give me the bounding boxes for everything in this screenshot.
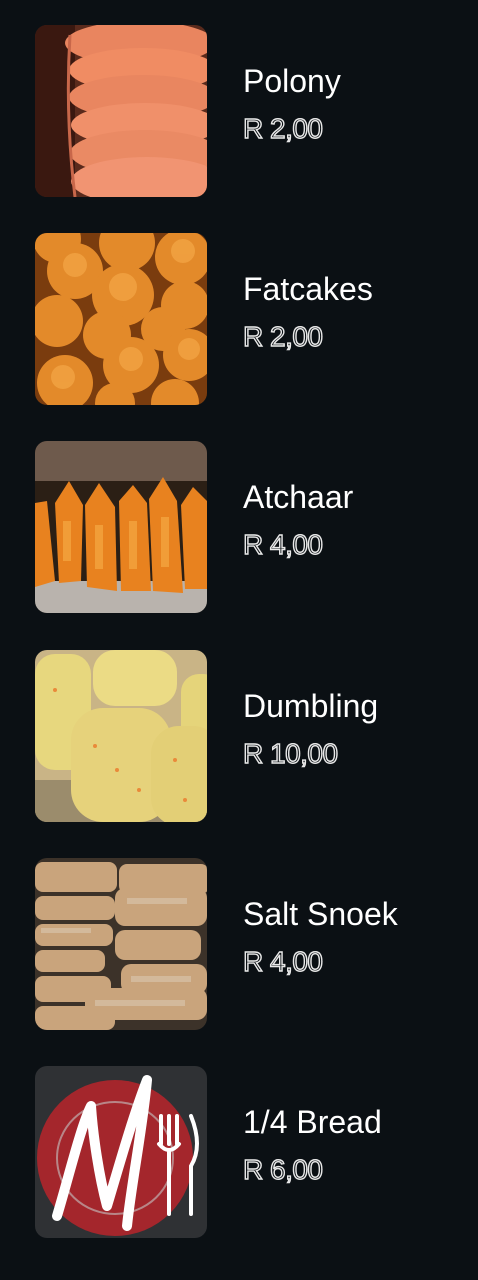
item-name: Fatcakes <box>243 271 373 307</box>
item-name: Salt Snoek <box>243 896 398 932</box>
menu-item-salt-snoek[interactable]: Salt Snoek R 4,00 <box>0 858 478 1030</box>
item-price: R 6,00 <box>242 1153 323 1185</box>
item-price: R 4,00 <box>242 945 323 977</box>
atchaar-image <box>35 441 207 613</box>
menu-item-atchaar[interactable]: Atchaar R 4,00 <box>0 441 478 613</box>
menu-item-polony[interactable]: Polony R 2,00 <box>0 25 478 197</box>
item-name: Atchaar <box>243 479 354 515</box>
item-price: R 2,00 <box>242 320 323 352</box>
item-name: Polony <box>243 63 341 99</box>
menu-item-list: Polony R 2,00 Fatcakes R 2,00 Atchaar R … <box>0 0 478 1280</box>
salt-snoek-image <box>35 858 207 1030</box>
menu-item-quarter-bread[interactable]: 1/4 Bread R 6,00 <box>0 1066 478 1238</box>
menu-item-dumbling[interactable]: Dumbling R 10,00 <box>0 650 478 822</box>
fatcakes-image <box>35 233 207 405</box>
restaurant-logo-image <box>35 1066 207 1238</box>
menu-item-fatcakes[interactable]: Fatcakes R 2,00 <box>0 233 478 405</box>
item-price: R 2,00 <box>242 112 323 144</box>
dumbling-image <box>35 650 207 822</box>
item-price: R 10,00 <box>242 737 338 769</box>
polony-image <box>35 25 207 197</box>
item-name: 1/4 Bread <box>243 1104 382 1140</box>
item-name: Dumbling <box>243 688 379 724</box>
item-price: R 4,00 <box>242 528 323 560</box>
